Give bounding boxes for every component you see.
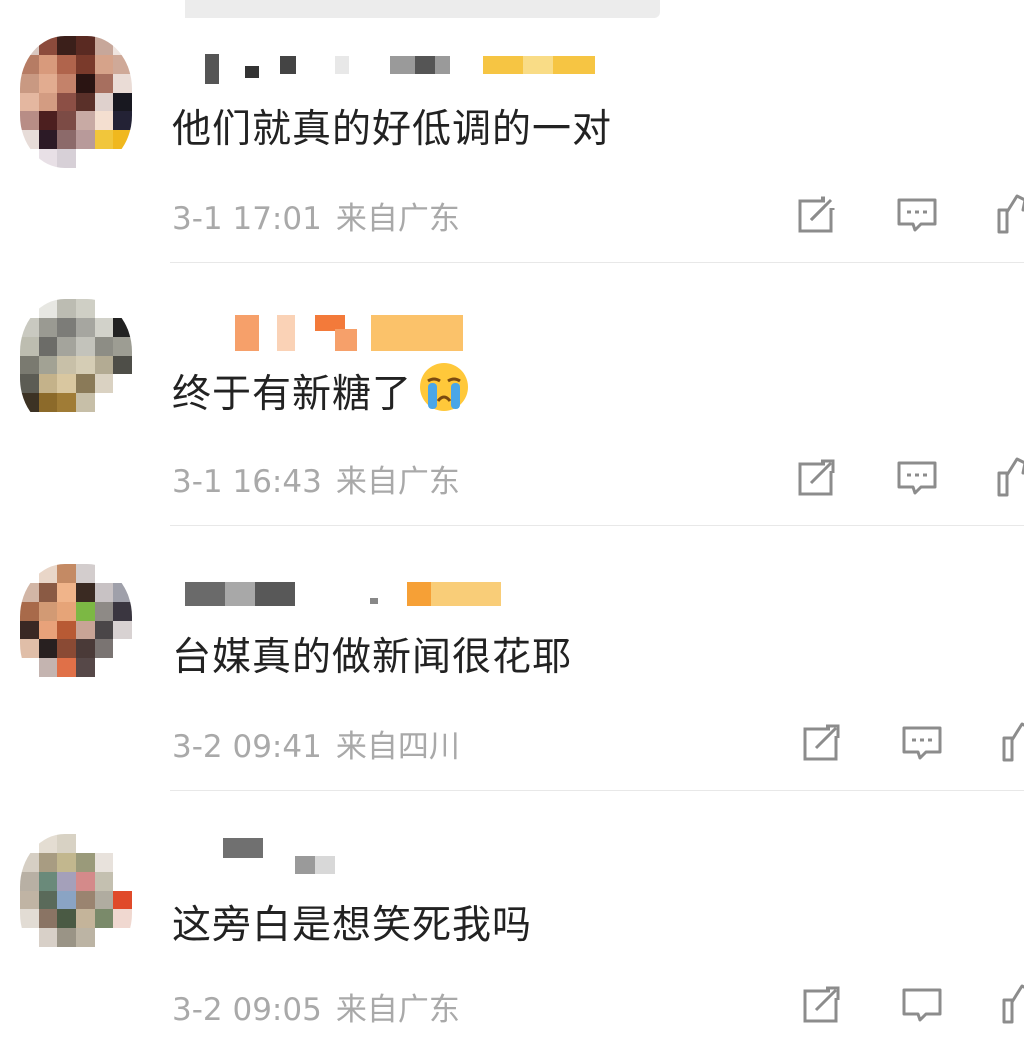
comment-location: 来自广东 (335, 201, 460, 237)
comment-time: 3-1 16:43 (172, 464, 322, 500)
comment-icon[interactable] (895, 192, 939, 236)
thumbs-up-icon[interactable] (995, 455, 1024, 499)
share-icon[interactable] (795, 455, 839, 499)
comment-meta: 3-1 16:43 来自广东 (172, 456, 460, 501)
comment-icon[interactable] (900, 982, 944, 1026)
comment-time: 3-2 09:41 (172, 729, 322, 765)
comment-text: 这旁白是想笑死我吗 (172, 903, 533, 948)
comment-location: 来自广东 (335, 464, 460, 500)
comment-location: 来自广东 (335, 992, 460, 1028)
comment-text: 台媒真的做新闻很花耶 (172, 635, 573, 680)
comment-item: 终于有新糖了 3-1 16:43 来自广东 (0, 263, 1024, 526)
divider (170, 525, 1024, 526)
comment-text: 他们就真的好低调的一对 (172, 107, 613, 152)
username-blurred[interactable] (175, 313, 655, 351)
comment-meta: 3-2 09:41 来自四川 (172, 721, 460, 766)
comment-item: 这旁白是想笑死我吗 3-2 09:05 来自广东 (0, 790, 1024, 1052)
username-blurred[interactable] (175, 834, 655, 874)
avatar[interactable] (20, 299, 132, 431)
share-icon[interactable] (800, 982, 844, 1026)
comment-item: 他们就真的好低调的一对 3-1 17:01 来自广东 (0, 0, 1024, 263)
avatar[interactable] (20, 564, 132, 696)
avatar[interactable] (20, 36, 132, 168)
comment-icon[interactable] (900, 720, 944, 764)
crying-face-icon (418, 361, 470, 423)
comment-location: 来自四川 (335, 729, 460, 765)
share-icon[interactable] (795, 192, 839, 236)
username-blurred[interactable] (175, 50, 655, 84)
comment-text: 终于有新糖了 (172, 361, 470, 423)
comment-item: 台媒真的做新闻很花耶 3-2 09:41 来自四川 (0, 528, 1024, 791)
share-icon[interactable] (800, 720, 844, 764)
username-blurred[interactable] (175, 578, 655, 608)
comment-meta: 3-1 17:01 来自广东 (172, 193, 460, 238)
comment-icon[interactable] (895, 455, 939, 499)
thumbs-up-icon[interactable] (995, 192, 1024, 236)
avatar[interactable] (20, 834, 132, 966)
comment-time: 3-1 17:01 (172, 201, 322, 237)
comment-meta: 3-2 09:05 来自广东 (172, 984, 460, 1029)
comment-time: 3-2 09:05 (172, 992, 322, 1028)
thumbs-up-icon[interactable] (1000, 982, 1024, 1026)
thumbs-up-icon[interactable] (1000, 720, 1024, 764)
